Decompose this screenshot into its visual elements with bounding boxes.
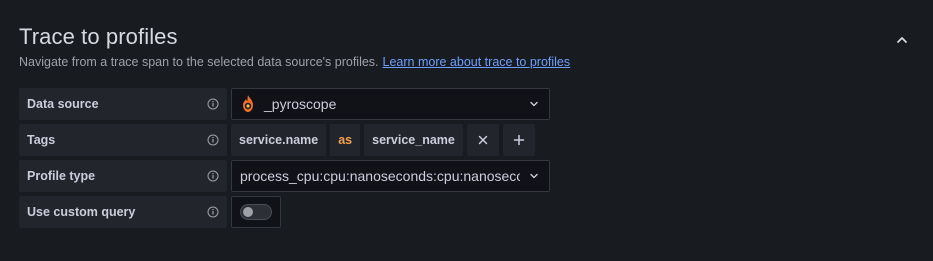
profile-type-label-box: Profile type <box>19 160 227 192</box>
info-icon[interactable] <box>207 170 219 182</box>
custom-query-row: Use custom query <box>19 196 281 228</box>
info-icon[interactable] <box>207 134 219 146</box>
plus-icon <box>513 134 525 146</box>
data-source-select[interactable]: _pyroscope <box>231 88 550 120</box>
toggle-knob <box>243 207 253 217</box>
section-title: Trace to profiles <box>19 24 178 49</box>
learn-more-link[interactable]: Learn more about trace to profiles <box>383 55 571 69</box>
tag-value-field[interactable]: service_name <box>364 124 463 156</box>
data-source-label: Data source <box>27 97 99 111</box>
data-source-row: Data source _pyroscope <box>19 88 550 120</box>
tags-label-box: Tags <box>19 124 227 156</box>
info-icon[interactable] <box>207 98 219 110</box>
tag-key-field[interactable]: service.name <box>231 124 327 156</box>
custom-query-label-box: Use custom query <box>19 196 227 228</box>
profile-type-row: Profile type process_cpu:cpu:nanoseconds… <box>19 160 550 192</box>
as-keyword: as <box>330 124 361 156</box>
data-source-label-box: Data source <box>19 88 227 120</box>
custom-query-label: Use custom query <box>27 205 136 219</box>
tags-row: Tags service.name as service_name <box>19 124 535 156</box>
chevron-up-icon <box>897 37 907 43</box>
add-tag-button[interactable] <box>502 124 535 156</box>
tags-label: Tags <box>27 133 56 147</box>
pyroscope-logo-icon <box>243 95 253 112</box>
profile-type-select[interactable]: process_cpu:cpu:nanoseconds:cpu:nanoseco… <box>231 160 550 192</box>
custom-query-toggle[interactable] <box>240 204 272 220</box>
collapse-button[interactable] <box>892 30 912 50</box>
custom-query-toggle-box <box>231 196 281 228</box>
info-icon[interactable] <box>207 206 219 218</box>
data-source-value: _pyroscope <box>264 96 337 112</box>
profile-type-label: Profile type <box>27 169 96 183</box>
profile-type-value: process_cpu:cpu:nanoseconds:cpu:nanoseco… <box>240 168 520 184</box>
description-text: Navigate from a trace span to the select… <box>19 55 379 69</box>
remove-tag-button[interactable] <box>466 124 499 156</box>
close-icon <box>478 135 488 145</box>
chevron-down-icon <box>527 97 541 111</box>
section-description: Navigate from a trace span to the select… <box>19 55 570 69</box>
trace-to-profiles-section: Trace to profiles Navigate from a trace … <box>0 0 933 261</box>
chevron-down-icon <box>527 169 541 183</box>
